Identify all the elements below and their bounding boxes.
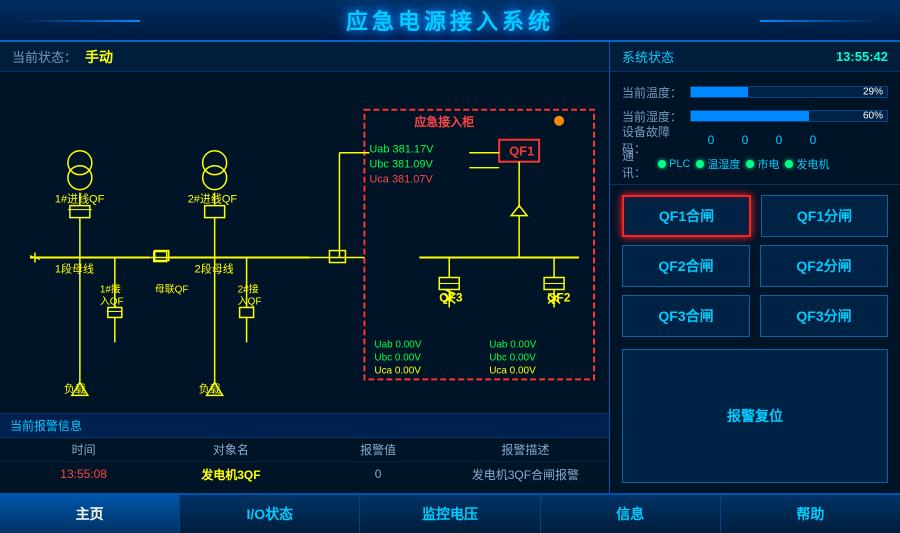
alert-desc: 发电机3QF合闸报警 — [452, 466, 599, 483]
svg-text:应急接入柜: 应急接入柜 — [414, 114, 474, 129]
alert-header: 当前报警信息 — [0, 414, 609, 438]
svg-text:QF1: QF1 — [509, 144, 534, 159]
comm-gen-label: 发电机 — [796, 156, 829, 172]
buttons-area: QF1合闸 QF1分闸 QF2合闸 QF2分闸 QF3合闸 QF3分闸 报警复位 — [610, 185, 900, 493]
col-object: 对象名 — [157, 441, 304, 458]
temperature-bar: 29% — [690, 86, 888, 98]
comm-plc-dot — [658, 160, 666, 168]
svg-text:负载: 负载 — [199, 381, 221, 395]
comm-gen: 发电机 — [785, 156, 829, 172]
comm-gen-dot — [785, 160, 793, 168]
nav-home[interactable]: 主页 — [0, 495, 180, 533]
svg-text:Ubc 0.00V: Ubc 0.00V — [489, 352, 536, 363]
svg-text:入QF: 入QF — [238, 296, 262, 307]
alert-columns: 时间 对象名 报警值 报警描述 — [0, 438, 609, 462]
status-bar: 当前状态： 手动 — [0, 42, 609, 72]
fault-code-0: 0 — [696, 133, 726, 147]
qf2-row: QF2合闸 QF2分闸 — [622, 245, 888, 287]
svg-text:Uca 381.07V: Uca 381.07V — [369, 174, 433, 186]
schematic-area: 1#进线QF 2#进线QF 1段母线 2段母线 — [0, 72, 609, 493]
comm-plc-label: PLC — [669, 158, 690, 170]
svg-text:Ubc 0.00V: Ubc 0.00V — [374, 352, 421, 363]
svg-text:负载: 负载 — [64, 381, 86, 395]
temperature-value: 29% — [863, 87, 883, 98]
status-label: 当前状态： — [12, 47, 77, 66]
comm-humidity-dot — [696, 160, 704, 168]
nav-voltage[interactable]: 监控电压 — [360, 495, 540, 533]
status-rows: 当前温度： 29% 当前湿度： 60% 设备故障码： 0 0 0 — [610, 72, 900, 185]
status-value: 手动 — [85, 47, 113, 67]
svg-text:Uab 0.00V: Uab 0.00V — [489, 339, 536, 350]
comm-grid-label: 市电 — [757, 156, 779, 172]
svg-text:Uab 381.17V: Uab 381.17V — [369, 144, 434, 156]
header-decor-left — [20, 20, 140, 22]
header: 应急电源接入系统 — [0, 0, 900, 42]
qf3-row: QF3合闸 QF3分闸 — [622, 295, 888, 337]
fault-row: 设备故障码： 0 0 0 0 — [622, 128, 888, 152]
comm-label: 通 讯： — [622, 147, 652, 181]
alert-panel: 当前报警信息 时间 对象名 报警值 报警描述 13:55:08 发电机3QF 0… — [0, 413, 609, 493]
humidity-value: 60% — [863, 111, 883, 122]
svg-text:2#进线QF: 2#进线QF — [188, 192, 238, 206]
comm-plc: PLC — [658, 158, 690, 170]
fault-code-2: 0 — [764, 133, 794, 147]
svg-text:2#接: 2#接 — [238, 282, 259, 295]
alert-object: 发电机3QF — [157, 466, 304, 483]
alert-title: 当前报警信息 — [10, 417, 82, 434]
qf1-row: QF1合闸 QF1分闸 — [622, 195, 888, 237]
svg-text:Uca 0.00V: Uca 0.00V — [374, 365, 421, 376]
left-panel: 当前状态： 手动 1#进线QF — [0, 42, 610, 493]
comm-grid: 市电 — [746, 156, 779, 172]
qf3-open-button[interactable]: QF3分闸 — [760, 295, 888, 337]
right-panel: 系统状态 13:55:42 当前温度： 29% 当前湿度： 60% — [610, 42, 900, 493]
system-time: 13:55:42 — [836, 49, 888, 64]
svg-text:Uab 0.00V: Uab 0.00V — [374, 339, 421, 350]
fault-code-1: 0 — [730, 133, 760, 147]
temperature-fill — [691, 87, 748, 97]
page-title: 应急电源接入系统 — [346, 4, 554, 36]
temperature-row: 当前温度： 29% — [622, 80, 888, 104]
humidity-fill — [691, 111, 809, 121]
report-reset-button[interactable]: 报警复位 — [622, 349, 888, 483]
comm-humidity: 温湿度 — [696, 156, 740, 172]
qf3-close-button[interactable]: QF3合闸 — [622, 295, 750, 337]
system-status-title: 系统状态 — [622, 47, 674, 66]
qf1-close-button[interactable]: QF1合闸 — [622, 195, 751, 237]
humidity-bar: 60% — [690, 110, 888, 122]
header-decor-right — [760, 20, 880, 22]
footer-nav: 主页 I/O状态 监控电压 信息 帮助 — [0, 493, 900, 533]
comm-humidity-label: 温湿度 — [707, 156, 740, 172]
svg-text:入QF: 入QF — [100, 296, 124, 307]
qf1-open-button[interactable]: QF1分闸 — [761, 195, 888, 237]
comm-grid-dot — [746, 160, 754, 168]
svg-text:1#接: 1#接 — [100, 282, 121, 295]
col-time: 时间 — [10, 441, 157, 458]
col-desc: 报警描述 — [452, 441, 599, 458]
humidity-label: 当前湿度： — [622, 108, 682, 125]
svg-text:1段母线: 1段母线 — [55, 262, 94, 276]
svg-text:Uca 0.00V: Uca 0.00V — [489, 365, 536, 376]
main-container: 当前状态： 手动 1#进线QF — [0, 42, 900, 493]
system-status-header: 系统状态 13:55:42 — [610, 42, 900, 72]
nav-help[interactable]: 帮助 — [721, 495, 900, 533]
temperature-label: 当前温度： — [622, 84, 682, 101]
qf2-open-button[interactable]: QF2分闸 — [760, 245, 888, 287]
nav-info[interactable]: 信息 — [541, 495, 721, 533]
alert-value: 0 — [305, 467, 452, 481]
nav-io[interactable]: I/O状态 — [180, 495, 360, 533]
col-value: 报警值 — [305, 441, 452, 458]
qf2-close-button[interactable]: QF2合闸 — [622, 245, 750, 287]
svg-text:母联QF: 母联QF — [155, 283, 189, 295]
alert-time: 13:55:08 — [10, 467, 157, 481]
alert-row: 13:55:08 发电机3QF 0 发电机3QF合闸报警 — [0, 462, 609, 486]
fault-code-3: 0 — [798, 133, 828, 147]
svg-text:Ubc 381.09V: Ubc 381.09V — [369, 159, 433, 171]
